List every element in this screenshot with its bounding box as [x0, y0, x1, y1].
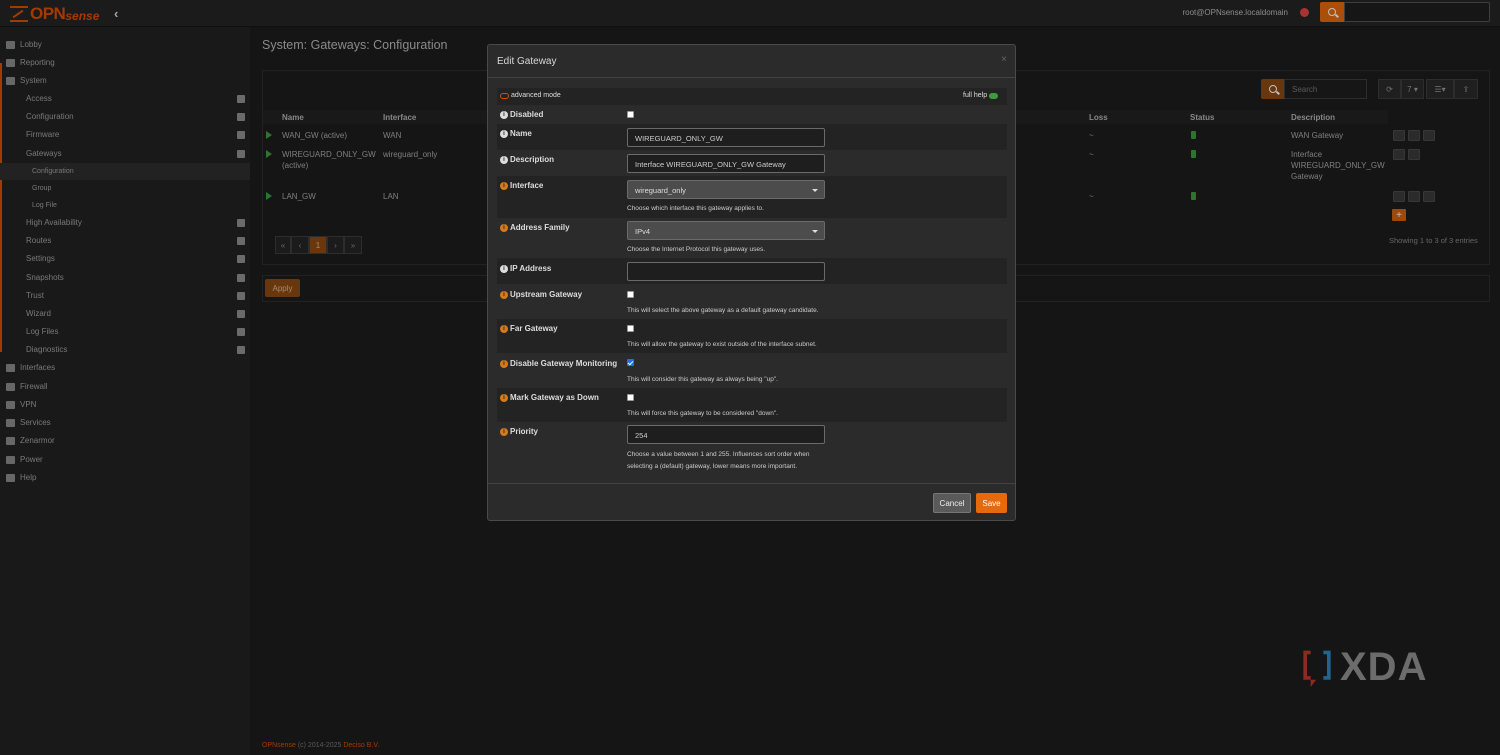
- field-row-disable-monitoring: i Disable Gateway Monitoring This will co…: [497, 353, 1007, 388]
- mode-toggle-row: advanced mode full help: [497, 88, 1007, 105]
- info-icon[interactable]: i: [500, 129, 508, 138]
- disable-monitoring-checkbox[interactable]: [627, 359, 634, 366]
- address-family-help-text: Choose the Internet Protocol this gatewa…: [627, 246, 766, 253]
- info-icon[interactable]: i: [500, 223, 508, 232]
- description-input[interactable]: Interface WIREGUARD_ONLY_GW Gateway: [627, 154, 825, 173]
- field-row-far-gateway: i Far Gateway This will allow the gateway…: [497, 319, 1007, 353]
- info-icon[interactable]: i: [500, 264, 508, 273]
- info-icon[interactable]: i: [500, 324, 508, 333]
- full-help-toggle[interactable]: full help: [963, 92, 1000, 99]
- field-label-description: i Description: [500, 155, 554, 164]
- save-button[interactable]: Save: [976, 493, 1007, 513]
- far-gateway-checkbox[interactable]: [627, 325, 634, 332]
- mark-down-help-text: This will force this gateway to be consi…: [627, 410, 778, 417]
- mark-down-checkbox[interactable]: [627, 394, 634, 401]
- field-row-name: i Name WIREGUARD_ONLY_GW: [497, 124, 1007, 150]
- upstream-gateway-checkbox[interactable]: [627, 291, 634, 298]
- field-label-far-gateway: i Far Gateway: [500, 324, 558, 333]
- field-label-name: i Name: [500, 129, 532, 138]
- cancel-button[interactable]: Cancel: [933, 493, 971, 513]
- edit-gateway-dialog: Edit Gateway × advanced mode full help i…: [487, 44, 1016, 521]
- field-row-ip-address: i IP Address: [497, 258, 1007, 284]
- field-label-upstream-gateway: i Upstream Gateway: [500, 290, 582, 299]
- info-icon[interactable]: i: [500, 181, 508, 190]
- chevron-down-icon: [812, 230, 818, 233]
- far-help-text: This will allow the gateway to exist out…: [627, 341, 817, 348]
- monitoring-help-text: This will consider this gateway as alway…: [627, 376, 778, 383]
- field-label-disable-monitoring: i Disable Gateway Monitoring: [500, 359, 617, 368]
- disabled-checkbox[interactable]: [627, 111, 634, 118]
- toggle-on-icon: [989, 92, 999, 99]
- advanced-mode-label: advanced mode: [511, 92, 561, 99]
- name-input[interactable]: WIREGUARD_ONLY_GW: [627, 128, 825, 147]
- field-row-description: i Description Interface WIREGUARD_ONLY_GW…: [497, 150, 1007, 176]
- full-help-label: full help: [963, 92, 988, 99]
- priority-input[interactable]: 254: [627, 425, 825, 444]
- field-row-interface: i Interface wireguard_only Choose which i…: [497, 176, 1007, 218]
- dialog-header: Edit Gateway ×: [488, 45, 1015, 78]
- field-row-address-family: i Address Family IPv4 Choose the Internet…: [497, 218, 1007, 258]
- field-label-mark-down: i Mark Gateway as Down: [500, 393, 599, 402]
- toggle-off-icon: [500, 92, 509, 99]
- address-family-selected-value: IPv4: [635, 227, 651, 236]
- field-row-upstream-gateway: i Upstream Gateway This will select the a…: [497, 284, 1007, 319]
- info-icon[interactable]: i: [500, 427, 508, 436]
- info-icon[interactable]: i: [500, 359, 508, 368]
- advanced-mode-toggle[interactable]: advanced mode: [500, 92, 561, 99]
- field-label-address-family: i Address Family: [500, 223, 570, 232]
- chevron-down-icon: [812, 189, 818, 192]
- interface-selected-value: wireguard_only: [635, 186, 686, 195]
- field-label-ip-address: i IP Address: [500, 264, 551, 273]
- interface-help-text: Choose which interface this gateway appl…: [627, 205, 764, 212]
- field-row-priority: i Priority 254 Choose a value between 1 a…: [497, 422, 1007, 477]
- field-label-priority: i Priority: [500, 427, 538, 436]
- field-label-disabled: i Disabled: [500, 110, 543, 119]
- field-row-disabled: i Disabled: [497, 105, 1007, 124]
- info-icon[interactable]: i: [500, 290, 508, 299]
- interface-select[interactable]: wireguard_only: [627, 180, 825, 199]
- dialog-title: Edit Gateway: [497, 56, 557, 67]
- field-label-interface: i Interface: [500, 181, 543, 190]
- info-icon[interactable]: i: [500, 155, 508, 164]
- info-icon[interactable]: i: [500, 393, 508, 402]
- priority-help-text: Choose a value between 1 and 255. Influe…: [627, 451, 810, 470]
- info-icon[interactable]: i: [500, 110, 508, 119]
- dialog-footer-divider: [488, 483, 1015, 484]
- ip-address-input[interactable]: [627, 262, 825, 281]
- field-row-mark-down: i Mark Gateway as Down This will force th…: [497, 388, 1007, 422]
- address-family-select[interactable]: IPv4: [627, 221, 825, 240]
- close-icon[interactable]: ×: [1001, 54, 1007, 65]
- upstream-help-text: This will select the above gateway as a …: [627, 307, 819, 314]
